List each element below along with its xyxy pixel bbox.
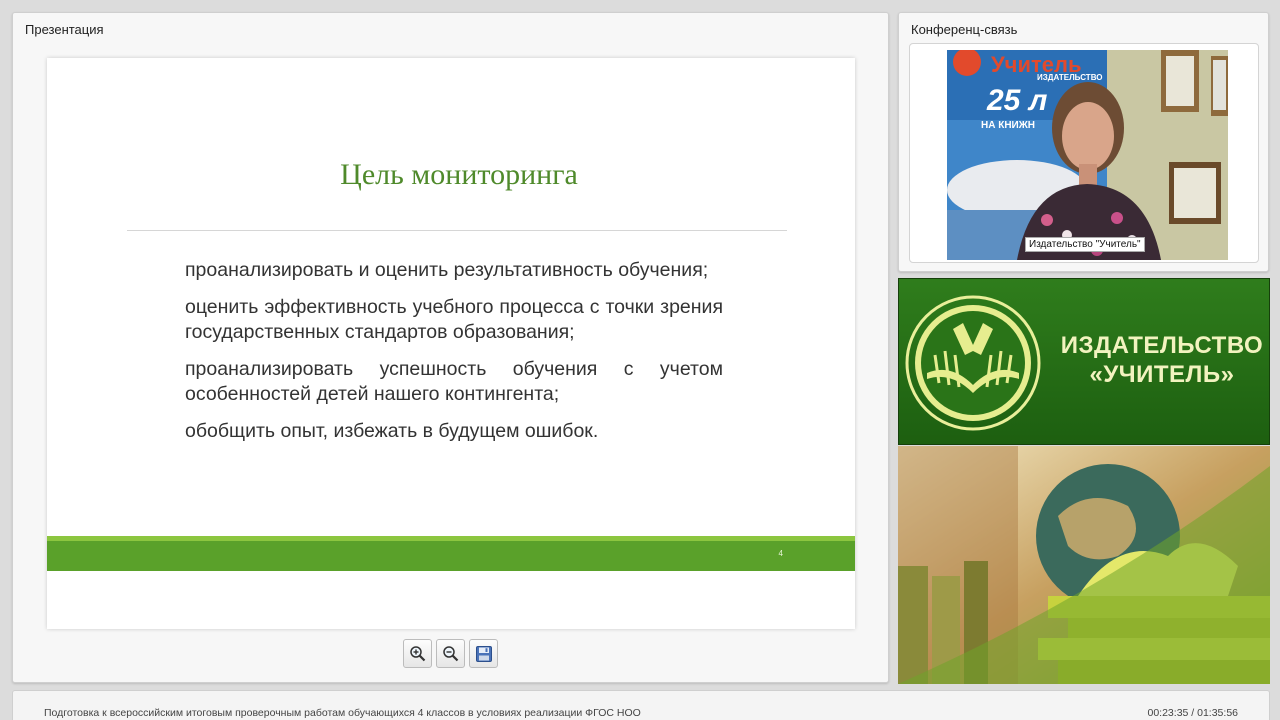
publisher-logo-banner: ИЗДАТЕЛЬСТВО «УЧИТЕЛЬ»: [898, 278, 1270, 445]
publisher-name-line2: «УЧИТЕЛЬ»: [1089, 361, 1235, 388]
poster-subtitle: ИЗДАТЕЛЬСТВО: [1037, 73, 1103, 82]
presentation-panel-title: Презентация: [25, 22, 104, 37]
video-caption: Издательство "Учитель": [1025, 237, 1145, 252]
publisher-name-line1: ИЗДАТЕЛЬСТВО: [1060, 332, 1264, 359]
slide-bullet: оценить эффективность учебного процесса …: [185, 296, 723, 343]
books-globe-image: [898, 446, 1270, 684]
publisher-emblem-icon: [905, 295, 1041, 431]
slide-divider: [127, 230, 787, 231]
presentation-slide: Цель мониторинга проанализировать и оцен…: [47, 58, 855, 629]
slide-bullet: проанализировать успешность обучения с у…: [185, 358, 723, 405]
speaker-video: Учитель ИЗДАТЕЛЬСТВО 25 л НА КНИЖН Издат…: [947, 50, 1228, 260]
slide-body: проанализировать и оценить результативно…: [185, 258, 723, 456]
slide-bullet: обобщить опыт, избежать в будущем ошибок…: [185, 420, 599, 442]
slide-footer-band: 4: [47, 541, 855, 571]
conference-panel-title: Конференц-связь: [911, 22, 1018, 37]
playback-time: 00:23:35 / 01:35:56: [1147, 707, 1239, 719]
poster-years: 25 л: [986, 84, 1048, 117]
zoom-in-icon: [410, 646, 426, 662]
save-icon: [475, 645, 492, 662]
zoom-out-button[interactable]: [436, 639, 465, 668]
publisher-name: ИЗДАТЕЛЬСТВО «УЧИТЕЛЬ»: [1057, 331, 1267, 389]
books-globe-illustration: [898, 446, 1270, 684]
video-frame[interactable]: Учитель ИЗДАТЕЛЬСТВО 25 л НА КНИЖН Издат…: [909, 43, 1259, 263]
slide-title: Цель мониторинга: [340, 158, 578, 191]
conference-panel: Конференц-связь Учитель ИЗДАТЕЛЬСТВО 25 …: [898, 12, 1269, 272]
speaker-video-image: Учитель ИЗДАТЕЛЬСТВО 25 л НА КНИЖН: [947, 50, 1228, 260]
webinar-footer: Подготовка к всероссийским итоговым пров…: [12, 690, 1270, 720]
slide-bullet: проанализировать и оценить результативно…: [185, 259, 709, 281]
presentation-panel: Презентация Цель мониторинга проанализир…: [12, 12, 889, 683]
zoom-out-icon: [443, 646, 459, 662]
webinar-title: Подготовка к всероссийским итоговым пров…: [44, 707, 641, 719]
slide-toolbar: [403, 639, 498, 668]
zoom-in-button[interactable]: [403, 639, 432, 668]
poster-tagline: НА КНИЖН: [981, 120, 1035, 131]
slide-page-number: 4: [778, 549, 783, 558]
save-button[interactable]: [469, 639, 498, 668]
